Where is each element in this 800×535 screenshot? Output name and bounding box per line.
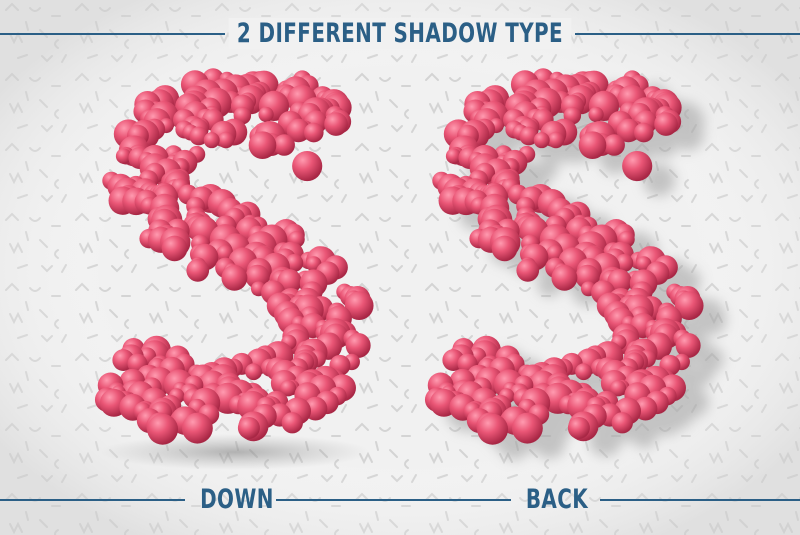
sphere [575,363,593,381]
sphere [603,134,625,156]
sphere [516,259,540,282]
sphere [147,413,179,445]
sphere [578,131,607,160]
down-shadow [100,434,370,470]
sphere [221,264,248,291]
sphere [217,131,235,149]
sphere [324,112,348,136]
label-back: BACK [525,484,589,515]
bottom-rule-left [0,499,185,501]
sphere [281,412,303,434]
sphere [303,122,324,143]
sphere [551,264,578,291]
sphere [477,413,509,445]
sphere [248,131,277,160]
sphere [633,122,654,143]
bottom-rule-right [600,499,800,501]
sphere [622,150,653,182]
sphere [203,132,220,149]
sphere [237,416,260,439]
sphere [533,132,550,149]
sphere [186,259,210,282]
letter-s-down [94,68,374,445]
label-down: DOWN [200,484,274,515]
bottom-rule-middle [276,499,511,501]
shadow-sphere [654,135,677,158]
shadow-sphere [632,425,656,449]
letters-illustration [94,68,727,470]
sphere [654,112,678,136]
sphere [181,412,213,444]
sphere [292,150,323,182]
sphere [258,106,274,123]
sphere [245,363,263,381]
sphere [273,134,295,156]
letter-s-back [424,68,704,445]
sphere [547,131,565,149]
sphere [567,416,590,439]
sphere [161,235,188,262]
sphere [491,235,518,262]
shadow-sphere [675,125,701,151]
sphere [511,412,543,444]
sphere [588,106,604,123]
sphere [611,412,633,434]
